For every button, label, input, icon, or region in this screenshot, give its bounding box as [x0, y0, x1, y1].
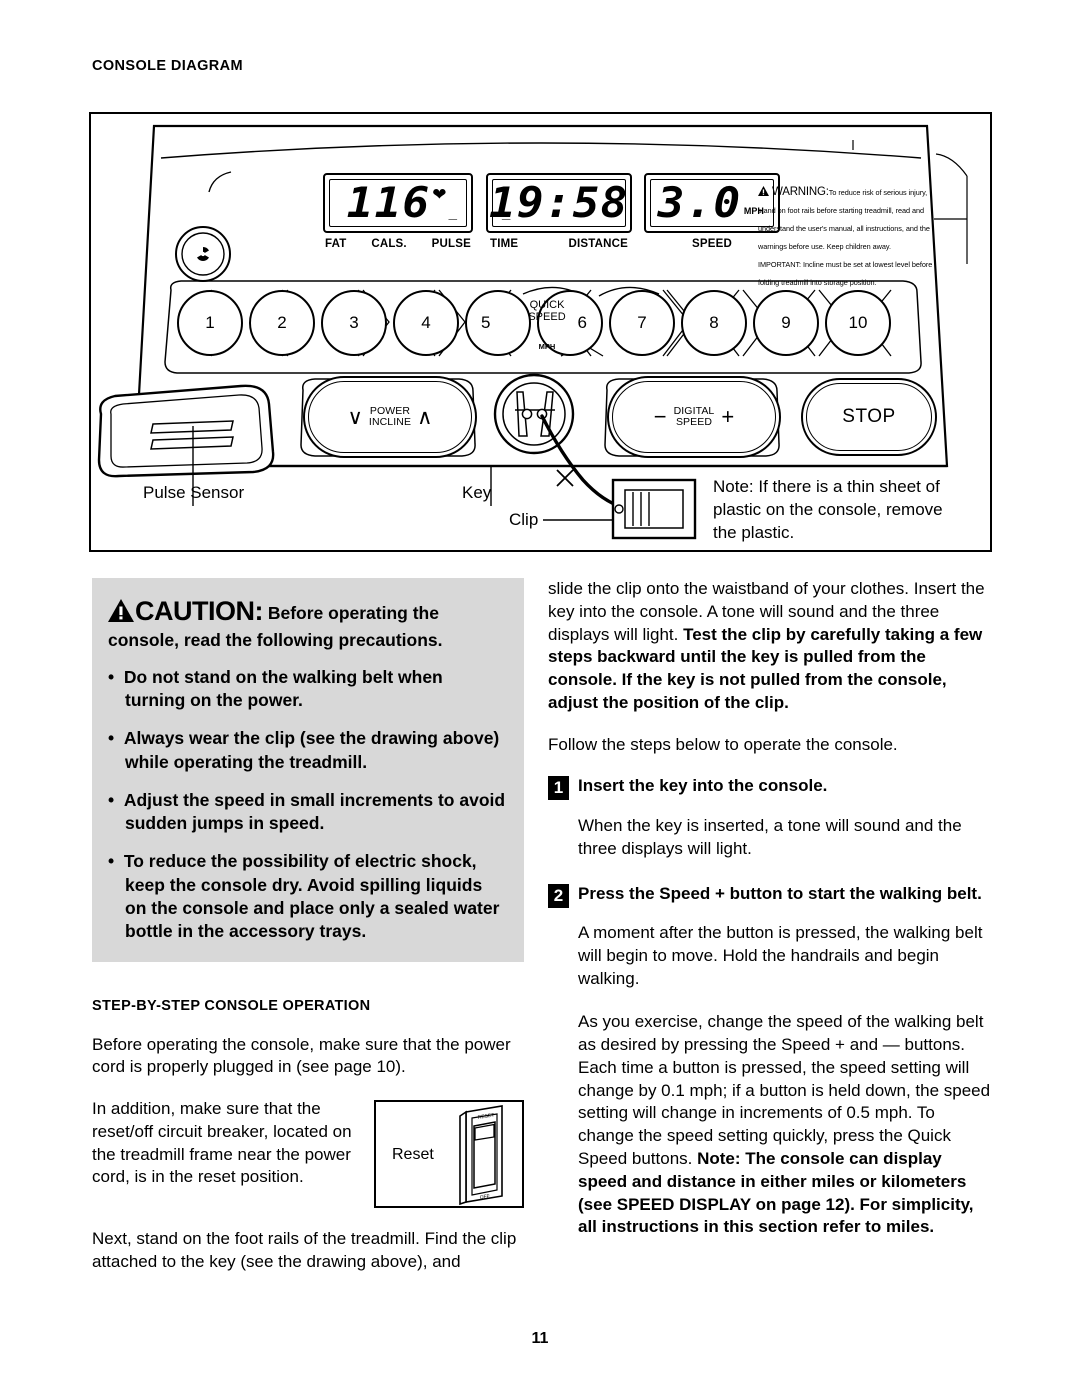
quick-speed-button-8[interactable]: 8: [681, 290, 747, 356]
callout-key: Key: [462, 483, 492, 502]
quick-speed-button-9[interactable]: 9: [753, 290, 819, 356]
caution-heading: CAUTION: Before operating the console, r…: [108, 594, 506, 652]
power-incline-inner-ring: [308, 381, 472, 453]
quick-speed-button-1-label: 1: [205, 313, 215, 332]
quick-speed-unit-label: MPH: [538, 342, 556, 351]
quick-speed-button-5-label: 5: [481, 313, 491, 332]
digital-speed-button[interactable]: − DIGITAL SPEED +: [607, 376, 781, 458]
time-distance-display-face: 19:58: [489, 179, 628, 227]
step-1-body: When the key is inserted, a tone will so…: [578, 815, 962, 858]
pulse-display: 116 ❤ _: [323, 173, 473, 233]
right-column: slide the clip onto the waistband of you…: [548, 578, 992, 1258]
quick-speed-button-1[interactable]: 1: [177, 290, 243, 356]
pulse-display-underscore: _: [448, 205, 457, 222]
warning-decal: WARNING:To reduce risk of serious injury…: [758, 182, 934, 290]
caution-bullet: Adjust the speed in small increments to …: [108, 789, 506, 836]
time-display-underscore: _: [502, 205, 511, 222]
caution-bullet-list: Do not stand on the walking belt when tu…: [108, 666, 506, 944]
warning-decal-body: To reduce risk of serious injury, stand …: [758, 188, 933, 287]
time-distance-display-labels: TIME DISTANCE: [486, 238, 632, 250]
console-diagram-heading: CONSOLE DIAGRAM: [92, 58, 243, 74]
quick-speed-button-7-label: 7: [637, 313, 647, 332]
reset-breaker-figure: Reset RESET OFF: [374, 1100, 524, 1209]
label-cals: CALS.: [371, 238, 407, 250]
follow-steps-paragraph: Follow the steps below to operate the co…: [548, 734, 898, 754]
pulse-display-labels: FAT CALS. PULSE: [323, 238, 473, 250]
label-fat: FAT: [325, 238, 347, 250]
quick-speed-button-7[interactable]: 7: [609, 290, 675, 356]
quick-speed-button-3-label: 3: [349, 313, 359, 332]
quick-speed-legend: QUICK SPEED: [511, 299, 583, 324]
digital-speed-inner-ring: [612, 381, 776, 453]
label-distance: DISTANCE: [568, 238, 628, 250]
step-by-step-intro: Before operating the console, make sure …: [92, 1034, 511, 1077]
step-1-number: 1: [548, 776, 569, 801]
stop-button[interactable]: STOP: [801, 378, 937, 456]
step-1: 1 Insert the key into the console. When …: [548, 775, 992, 860]
caution-bullet: Do not stand on the walking belt when tu…: [108, 666, 506, 713]
speed-adjust-paragraph: As you exercise, change the speed of the…: [548, 1011, 992, 1239]
label-speed: SPEED: [692, 238, 732, 250]
speed-display-value: 3.0: [657, 178, 742, 227]
callout-pulse-sensor: Pulse Sensor: [143, 483, 245, 502]
left-column: CAUTION: Before operating the console, r…: [92, 578, 524, 1293]
quick-speed-button-4[interactable]: 4: [393, 290, 459, 356]
power-incline-button[interactable]: ∨ POWER INCLINE ∧: [303, 376, 477, 458]
caution-bullet: To reduce the possibility of electric sh…: [108, 850, 506, 943]
step-2-body: A moment after the button is pressed, th…: [578, 923, 983, 988]
reset-figure-label: Reset: [392, 1146, 434, 1164]
quick-speed-button-3[interactable]: 3: [321, 290, 387, 356]
svg-text:OFF: OFF: [479, 1194, 490, 1201]
circuit-breaker-switch-icon: RESET OFF: [459, 1105, 503, 1206]
heart-icon: ❤: [432, 185, 447, 204]
step-2: 2 Press the Speed + button to start the …: [548, 883, 992, 991]
pulse-display-value: 116: [347, 178, 431, 227]
console-plastic-note: Note: If there is a thin sheet of plasti…: [713, 477, 943, 542]
step-2-number: 2: [548, 883, 569, 908]
speed-adjust-plain: As you exercise, change the speed of the…: [578, 1012, 991, 1168]
label-pulse: PULSE: [431, 238, 471, 250]
caution-bullet: Always wear the clip (see the drawing ab…: [108, 727, 506, 774]
caution-box: CAUTION: Before operating the console, r…: [92, 578, 524, 962]
quick-speed-button-2-label: 2: [277, 313, 287, 332]
quick-speed-button-9-label: 9: [781, 313, 791, 332]
quick-speed-button-2[interactable]: 2: [249, 290, 315, 356]
quick-speed-legend-line2: SPEED: [528, 310, 566, 323]
quick-speed-button-8-label: 8: [709, 313, 719, 332]
quick-speed-button-10[interactable]: 10: [825, 290, 891, 356]
stop-button-inner-ring: [806, 383, 932, 451]
console-diagram-figure: 116 ❤ _ FAT CALS. PULSE 19:58 _ TIME DIS…: [89, 112, 992, 552]
next-stand-paragraph: Next, stand on the foot rails of the tre…: [92, 1229, 517, 1271]
step-2-title: Press the Speed + button to start the wa…: [578, 883, 982, 903]
speed-display-face: 3.0 MPH: [650, 179, 774, 227]
pulse-display-face: 116 ❤: [329, 179, 467, 227]
label-time: TIME: [490, 238, 519, 250]
caution-triangle-icon: [108, 599, 134, 628]
callout-clip: Clip: [509, 510, 539, 529]
quick-speed-button-10-label: 10: [848, 313, 868, 332]
warning-triangle-icon: [758, 186, 772, 198]
page-number: 11: [531, 1330, 549, 1347]
reset-breaker-section: Reset RESET OFF In addition, make sure t…: [92, 1098, 524, 1214]
time-distance-display: 19:58 _: [486, 173, 632, 233]
caution-word: CAUTION:: [135, 596, 263, 626]
step-1-title: Insert the key into the console.: [578, 776, 828, 796]
step-by-step-heading: STEP-BY-STEP CONSOLE OPERATION: [92, 997, 371, 1014]
warning-decal-title: WARNING:: [772, 186, 829, 198]
quick-speed-button-4-label: 4: [421, 313, 431, 332]
continuation-paragraph: slide the clip onto the waistband of you…: [548, 578, 992, 715]
